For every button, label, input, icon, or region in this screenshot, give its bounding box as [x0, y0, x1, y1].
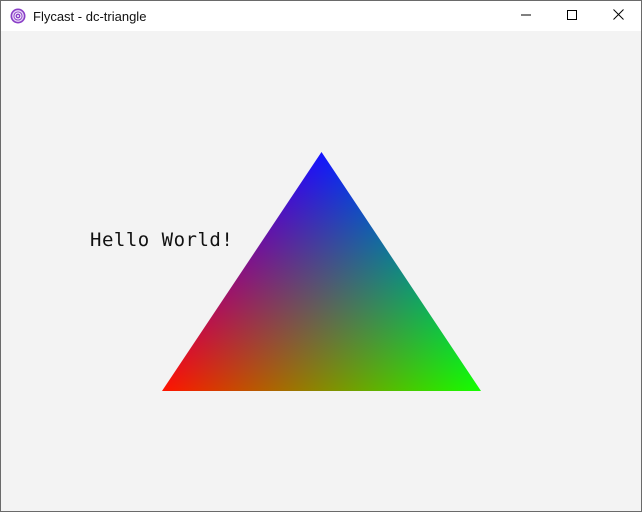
window-title: Flycast - dc-triangle	[33, 9, 147, 24]
gradient-triangle	[162, 152, 481, 391]
flycast-swirl-icon	[10, 8, 26, 24]
maximize-button[interactable]	[549, 1, 595, 31]
maximize-icon	[567, 7, 577, 25]
flycast-window: Flycast - dc-triangle Hello World!	[0, 0, 642, 512]
title-bar[interactable]: Flycast - dc-triangle	[1, 1, 641, 31]
minimize-button[interactable]	[503, 1, 549, 31]
emulator-viewport[interactable]: Hello World!	[1, 31, 641, 511]
close-icon	[612, 7, 624, 25]
minimize-icon	[521, 7, 531, 25]
close-button[interactable]	[595, 1, 641, 31]
